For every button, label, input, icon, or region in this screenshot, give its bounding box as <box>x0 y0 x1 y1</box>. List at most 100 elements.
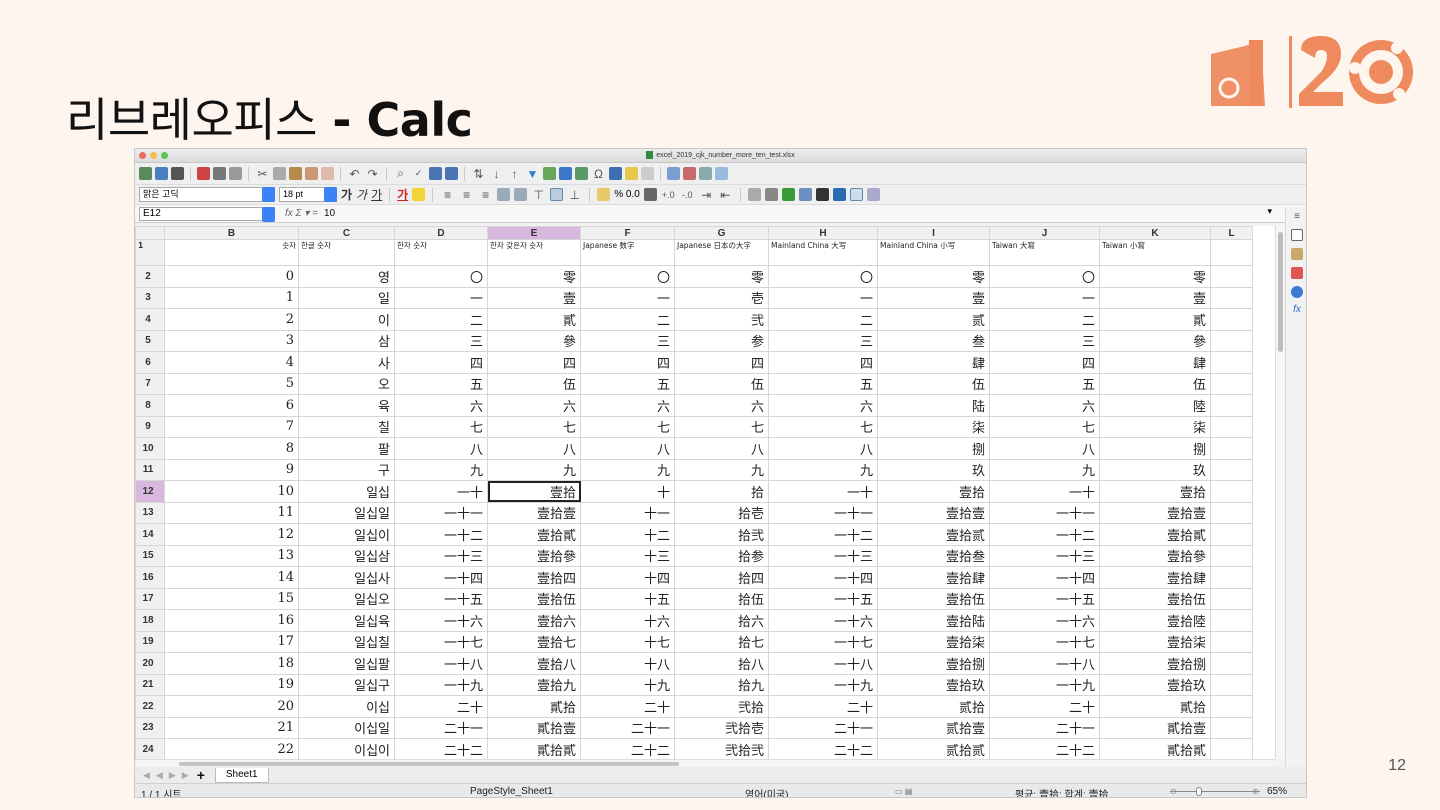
cell[interactable]: 拾参 <box>674 544 769 567</box>
header-cell[interactable]: Taiwan 小寫 <box>1099 239 1211 266</box>
cell[interactable]: 伍 <box>1099 372 1211 395</box>
center-vertically-icon[interactable] <box>550 188 564 201</box>
cell[interactable]: 17 <box>164 630 299 653</box>
cell[interactable]: 零 <box>877 265 990 288</box>
cell[interactable]: 弐拾 <box>674 695 769 718</box>
cell[interactable]: 壹拾伍 <box>487 587 581 610</box>
vertical-scroll-thumb[interactable] <box>1278 232 1283 352</box>
merge-center-icon[interactable] <box>514 188 528 201</box>
cell[interactable]: 叁 <box>877 329 990 352</box>
row-header[interactable]: 13 <box>135 501 165 524</box>
column-header[interactable]: J <box>989 226 1100 240</box>
cell[interactable]: 貳拾 <box>1099 695 1211 718</box>
zoom-in-icon[interactable]: ⊕ <box>1252 787 1259 796</box>
header-cell[interactable]: Taiwan 大寫 <box>989 239 1100 266</box>
cell[interactable]: 0 <box>164 265 299 288</box>
cell[interactable]: 六 <box>989 394 1100 417</box>
cell[interactable]: 팔 <box>298 437 395 460</box>
cell[interactable]: 일십구 <box>298 673 395 696</box>
text-language[interactable]: 영어(미국) <box>745 786 788 797</box>
cell[interactable] <box>1210 544 1253 567</box>
cell[interactable]: 壹拾七 <box>487 630 581 653</box>
cell[interactable]: 贰 <box>877 308 990 331</box>
cell[interactable]: 壹拾捌 <box>877 652 990 675</box>
cell[interactable]: 壹拾九 <box>487 673 581 696</box>
cell[interactable] <box>1210 738 1253 759</box>
sort-ascending-icon[interactable]: ↓ <box>489 167 504 181</box>
cell[interactable]: 壹拾捌 <box>1099 652 1211 675</box>
cell[interactable]: 五 <box>768 372 878 395</box>
column-header[interactable]: F <box>580 226 675 240</box>
cell[interactable]: 七 <box>394 415 488 438</box>
row-header[interactable]: 8 <box>135 394 165 417</box>
cell[interactable]: 삼 <box>298 329 395 352</box>
chevron-down-icon[interactable] <box>262 187 275 202</box>
cell[interactable]: 拾壱 <box>674 501 769 524</box>
cell[interactable]: 9 <box>164 458 299 481</box>
cell[interactable]: 五 <box>989 372 1100 395</box>
cell[interactable]: 伍 <box>487 372 581 395</box>
cell[interactable]: 一十七 <box>768 630 878 653</box>
cell[interactable]: 이십일 <box>298 716 395 739</box>
cell[interactable]: 貳拾貳 <box>487 738 581 759</box>
column-header[interactable]: I <box>877 226 990 240</box>
cell[interactable]: 一十二 <box>768 523 878 546</box>
cell[interactable]: 八 <box>768 437 878 460</box>
header-cell[interactable]: Japanese 日本の大字 <box>674 239 769 266</box>
cell[interactable]: 一 <box>768 286 878 309</box>
italic-icon[interactable]: 가 <box>356 186 367 203</box>
cell[interactable]: 一十一 <box>394 501 488 524</box>
align-bottom-icon[interactable]: ⊥ <box>567 188 582 202</box>
cell[interactable]: 壹拾四 <box>487 566 581 589</box>
cell[interactable] <box>1210 265 1253 288</box>
row-header[interactable]: 11 <box>135 458 165 481</box>
cell[interactable] <box>1210 372 1253 395</box>
align-right-icon[interactable]: ≡ <box>478 188 493 202</box>
border-color-icon[interactable] <box>781 188 795 201</box>
cell[interactable]: 12 <box>164 523 299 546</box>
font-color-icon[interactable]: 가 <box>397 186 408 203</box>
cell[interactable]: 柒 <box>1099 415 1211 438</box>
cut-icon[interactable]: ✂ <box>255 167 270 181</box>
cell[interactable]: 三 <box>394 329 488 352</box>
formula-input[interactable]: 10 <box>324 208 335 219</box>
zoom-level[interactable]: 65% <box>1267 786 1287 797</box>
select-all-corner[interactable] <box>135 226 165 240</box>
selection-mode-icon[interactable]: ▭ ▤ <box>895 787 912 796</box>
cell[interactable]: 壹 <box>487 286 581 309</box>
number-format-buttons[interactable]: % 0.0 <box>614 189 640 200</box>
row-header[interactable]: 1 <box>135 239 165 266</box>
cell[interactable]: 十三 <box>580 544 675 567</box>
cell[interactable]: 二十 <box>580 695 675 718</box>
cell[interactable]: 一十七 <box>394 630 488 653</box>
cell[interactable]: 九 <box>768 458 878 481</box>
cell[interactable]: 九 <box>487 458 581 481</box>
cell[interactable]: 칠 <box>298 415 395 438</box>
row-header[interactable]: 12 <box>135 480 165 503</box>
maximize-window-button[interactable] <box>161 152 168 159</box>
cell[interactable]: 七 <box>989 415 1100 438</box>
cell[interactable]: 七 <box>674 415 769 438</box>
cell[interactable]: 四 <box>989 351 1100 374</box>
cell[interactable]: 일십칠 <box>298 630 395 653</box>
properties-icon[interactable] <box>1291 229 1303 241</box>
cell[interactable]: 〇 <box>989 265 1100 288</box>
cell[interactable]: 영 <box>298 265 395 288</box>
save-icon[interactable] <box>171 167 184 180</box>
cell[interactable]: 13 <box>164 544 299 567</box>
cell[interactable]: 一十一 <box>768 501 878 524</box>
header-cell[interactable]: Japanese 数字 <box>580 239 675 266</box>
cell[interactable]: 貳拾壹 <box>487 716 581 739</box>
name-box[interactable]: E12 <box>139 206 275 222</box>
cell[interactable]: 一 <box>989 286 1100 309</box>
navigator-icon[interactable] <box>1291 286 1303 298</box>
cell[interactable]: 拾四 <box>674 566 769 589</box>
chevron-down-icon[interactable] <box>262 206 275 222</box>
cell[interactable]: 弐拾壱 <box>674 716 769 739</box>
function-wizard-icon[interactable]: fx Σ ▾ = <box>285 208 318 219</box>
cell[interactable]: 四 <box>674 351 769 374</box>
cell[interactable]: 壹拾肆 <box>877 566 990 589</box>
cell[interactable]: 一十六 <box>989 609 1100 632</box>
cell[interactable]: 일십육 <box>298 609 395 632</box>
cell[interactable]: 11 <box>164 501 299 524</box>
